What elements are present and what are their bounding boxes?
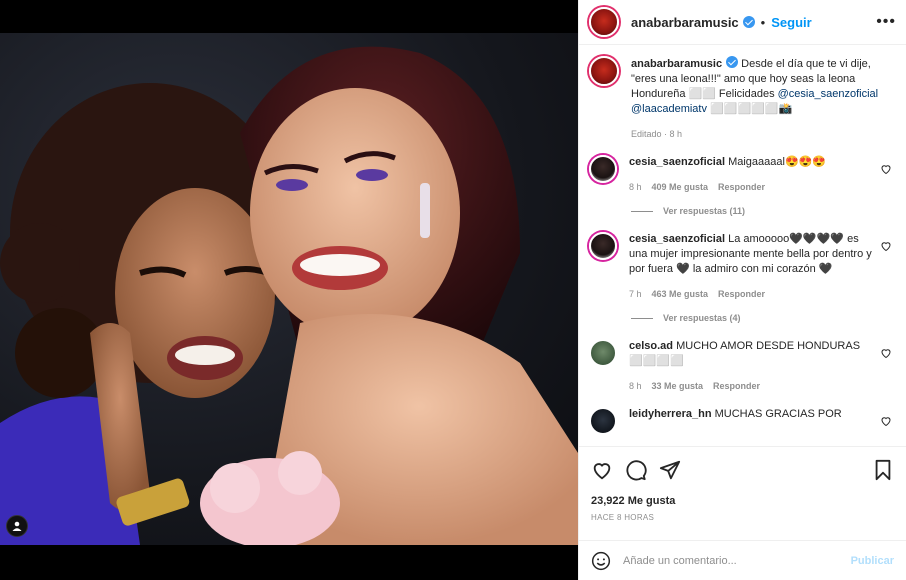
heart-icon[interactable]	[591, 459, 613, 481]
comments-list[interactable]: anabarbaramusic Desde el día que te vi d…	[579, 46, 906, 446]
share-icon[interactable]	[659, 459, 681, 481]
author-username-text[interactable]: anabarbaramusic	[631, 15, 739, 30]
reply-button[interactable]: Responder	[718, 182, 765, 192]
comment-item: leidyherrera_hn MUCHAS GRACIAS POR	[589, 407, 894, 435]
user-tag-icon[interactable]	[6, 515, 28, 537]
more-options-button[interactable]: •••	[876, 13, 896, 31]
post-caption: anabarbaramusic Desde el día que te vi d…	[589, 56, 894, 117]
likes-count[interactable]: 23,922 Me gusta	[591, 495, 894, 507]
comment-icon[interactable]	[625, 459, 647, 481]
comment-text: MUCHAS GRACIAS POR	[714, 408, 842, 420]
comment-heart-icon[interactable]	[880, 347, 892, 359]
comment-likes[interactable]: 463 Me gusta	[652, 289, 709, 299]
author-avatar[interactable]	[589, 7, 619, 37]
comment-text: Maigaaaaal😍😍😍	[728, 156, 827, 168]
replies-line	[631, 317, 653, 319]
comment-likes[interactable]: 33 Me gusta	[652, 381, 704, 391]
comment-heart-icon[interactable]	[880, 415, 892, 427]
replies-line	[631, 210, 653, 212]
caption-edited-time: Editado · 8 h	[631, 129, 683, 139]
post-header: anabarbaramusic • Seguir •••	[579, 0, 906, 45]
follow-button[interactable]: Seguir	[771, 15, 811, 30]
comment-time[interactable]: 8 h	[629, 182, 642, 192]
comment-avatar[interactable]	[589, 407, 617, 435]
comment-input[interactable]	[623, 554, 833, 567]
comment-heart-icon[interactable]	[880, 240, 892, 252]
mention-link[interactable]: @cesia_saenzoficial	[778, 88, 878, 100]
view-replies-label[interactable]: Ver respuestas (4)	[663, 313, 741, 323]
reply-button[interactable]: Responder	[713, 381, 760, 391]
comment-avatar[interactable]	[589, 155, 617, 183]
comment-item: cesia_saenzoficial Maigaaaaal😍😍😍 8 h 409…	[589, 155, 894, 192]
comment-time[interactable]: 7 h	[629, 289, 642, 299]
author-username[interactable]: anabarbaramusic	[631, 15, 755, 30]
caption-text: anabarbaramusic Desde el día que te vi d…	[631, 56, 886, 117]
comment-time[interactable]: 8 h	[629, 381, 642, 391]
verified-badge-icon	[742, 15, 755, 28]
smiley-icon[interactable]	[591, 551, 611, 571]
add-comment-bar: Publicar	[579, 540, 906, 580]
post-actions: 23,922 Me gusta HACE 8 HORAS	[579, 446, 906, 542]
comment-username[interactable]: cesia_saenzoficial	[629, 233, 725, 245]
comment-likes[interactable]: 409 Me gusta	[652, 182, 709, 192]
caption-emojis: ⬜⬜⬜⬜⬜📸	[710, 103, 793, 115]
view-replies-label[interactable]: Ver respuestas (11)	[663, 206, 745, 216]
comment-item: celso.ad MUCHO AMOR DESDE HONDURAS ⬜⬜⬜⬜ …	[589, 339, 894, 391]
comment-username[interactable]: leidyherrera_hn	[629, 408, 712, 420]
separator-dot: •	[760, 14, 766, 30]
reply-button[interactable]: Responder	[718, 289, 765, 299]
comment-heart-icon[interactable]	[880, 163, 892, 175]
comment-item: cesia_saenzoficial La amooooo🖤🖤🖤🖤 es una…	[589, 232, 894, 299]
publish-button[interactable]: Publicar	[851, 555, 894, 567]
caption-avatar[interactable]	[589, 56, 619, 86]
mention-link[interactable]: @laacademiatv	[631, 103, 707, 115]
post-sidebar: anabarbaramusic • Seguir ••• anabarbaram…	[578, 0, 906, 580]
post-photo[interactable]	[0, 33, 578, 545]
comment-avatar[interactable]	[589, 232, 617, 260]
comment-avatar[interactable]	[589, 339, 617, 367]
comment-username[interactable]: celso.ad	[629, 340, 673, 352]
view-replies-button[interactable]: Ver respuestas (4)	[631, 313, 894, 323]
photo-illustration	[0, 46, 578, 545]
verified-badge-icon	[726, 56, 739, 68]
caption-username[interactable]: anabarbaramusic	[631, 58, 722, 70]
bookmark-icon[interactable]	[872, 459, 894, 481]
post-media-area	[0, 0, 578, 580]
action-icons	[591, 459, 894, 481]
view-replies-button[interactable]: Ver respuestas (11)	[631, 206, 894, 216]
post-timestamp[interactable]: HACE 8 HORAS	[591, 513, 894, 522]
comment-username[interactable]: cesia_saenzoficial	[629, 156, 725, 168]
